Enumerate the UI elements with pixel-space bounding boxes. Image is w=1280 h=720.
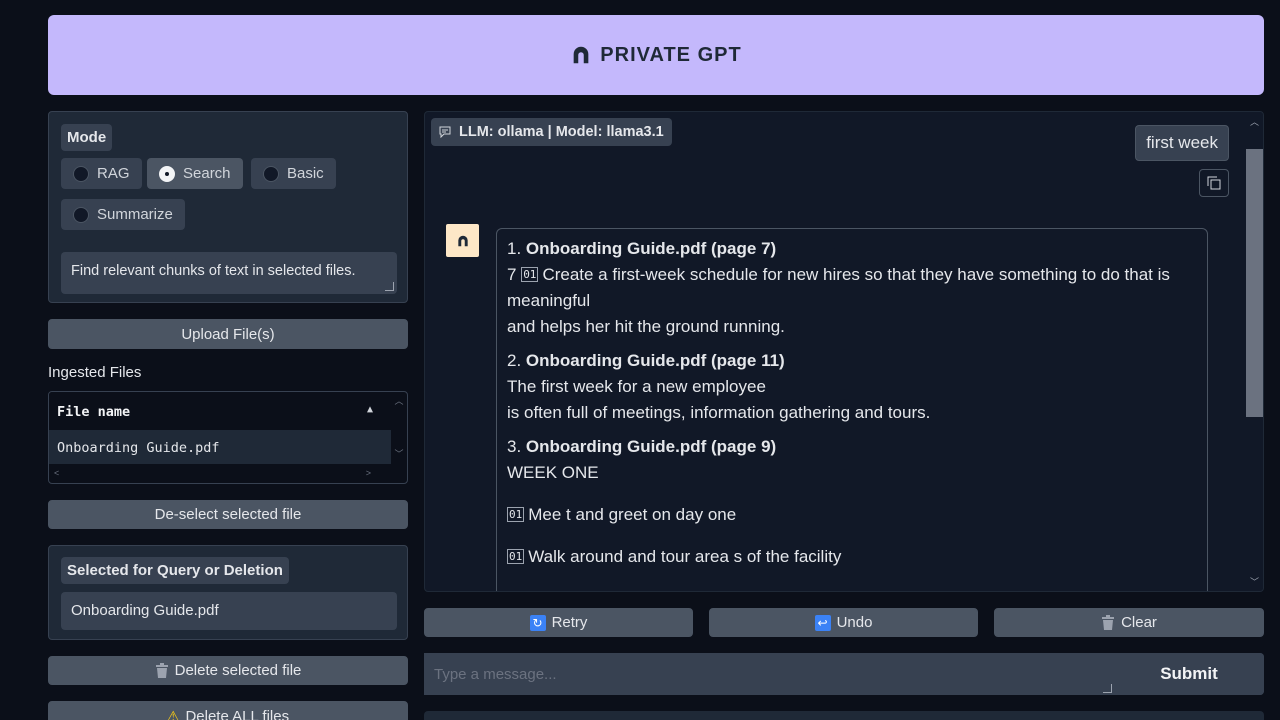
result-title: Onboarding Guide.pdf (page 9) [525,437,777,456]
private-gpt-logo-icon [573,46,589,64]
mode-option-label: Search [183,165,231,182]
delete-all-button[interactable]: ⚠ Delete ALL files [48,701,408,720]
result-line: WEEK ONE [507,463,599,482]
delete-all-label: Delete ALL files [185,708,290,720]
deselect-file-button[interactable]: De-select selected file [48,500,408,529]
chat-panel[interactable]: LLM: ollama | Model: llama3.1 first week… [424,111,1264,592]
copy-icon [1207,176,1221,190]
private-gpt-avatar-icon [457,235,468,246]
delete-selected-button[interactable]: Delete selected file [48,656,408,685]
missing-glyph-icon: 01 [507,507,525,522]
result-title: Onboarding Guide.pdf (page 7) [525,239,777,258]
search-result-item: 1. Onboarding Guide.pdf (page 7) 7 01 Cre… [507,236,1197,340]
result-line: is often full of meetings, information g… [507,403,931,422]
undo-icon: ↩ [814,614,831,631]
result-line: 01 Mee t and greet on day one [507,505,737,524]
result-line: 7 01 Create a first-week schedule for new… [507,265,1170,310]
scroll-down-icon[interactable]: ﹀ [391,447,407,460]
submit-label: Submit [1160,664,1218,683]
message-input[interactable] [424,653,1114,695]
result-line: The first week for a new employee [507,377,766,396]
result-line: 01 Walk around and tour area s of the fac… [507,547,842,566]
radio-icon [73,206,89,223]
scroll-up-icon[interactable]: ︿ [1250,115,1259,128]
table-vertical-scrollbar[interactable]: ︿ ﹀ [391,392,407,468]
clear-button[interactable]: Clear [994,608,1264,637]
mode-label: Mode [61,124,113,151]
mode-description-text: Find relevant chunks of text in selected… [71,263,356,279]
copy-button[interactable] [1199,169,1229,197]
warning-icon: ⚠ [166,708,180,720]
scroll-up-icon[interactable]: ︿ [391,394,407,407]
bot-message: 1. Onboarding Guide.pdf (page 7) 7 01 Cre… [496,228,1208,592]
trash-icon [1102,615,1115,630]
result-line: and helps her hit the ground running. [507,317,785,336]
user-message: first week [1135,125,1229,161]
ingested-files-table: File name ▲ Onboarding Guide.pdf ︿ ﹀ < > [48,391,408,484]
chat-bubble-icon [439,126,451,138]
resize-grip-icon[interactable] [385,282,394,291]
mode-description[interactable]: Find relevant chunks of text in selected… [61,252,397,294]
retry-icon: ↻ [529,614,546,631]
result-number: 1. [507,239,522,258]
mode-option-label: RAG [97,165,130,182]
user-message-text: first week [1146,133,1218,152]
search-result-item: 3. Onboarding Guide.pdf (page 9) WEEK ON… [507,434,1197,592]
result-title: Onboarding Guide.pdf (page 11) [525,351,785,370]
search-result-item: 2. Onboarding Guide.pdf (page 11) The fi… [507,348,1197,426]
ingested-files-label: Ingested Files [48,364,142,381]
scroll-down-icon[interactable]: ﹀ [1250,575,1259,588]
selected-label: Selected for Query or Deletion [61,557,289,584]
bot-avatar [446,224,479,257]
llm-model-badge: LLM: ollama | Model: llama3.1 [431,118,672,146]
mode-option-summarize[interactable]: Summarize [61,199,185,230]
resize-grip-icon[interactable] [1103,684,1112,693]
upload-files-button[interactable]: Upload File(s) [48,319,408,349]
llm-badge-label: LLM: ollama | Model: llama3.1 [459,124,664,140]
result-number: 2. [507,351,522,370]
app-header: PRIVATE GPT [48,15,1264,95]
delete-selected-label: Delete selected file [174,662,302,679]
radio-icon [73,165,89,182]
selected-file-panel: Selected for Query or Deletion Onboardin… [48,545,408,640]
radio-selected-icon [159,165,175,182]
app-title: PRIVATE GPT [600,43,742,66]
upload-files-label: Upload File(s) [181,325,275,343]
result-number: 3. [507,437,522,456]
file-name-cell: Onboarding Guide.pdf [57,440,220,456]
table-row[interactable]: Onboarding Guide.pdf [49,430,391,464]
column-header-label: File name [57,404,131,420]
mode-option-rag[interactable]: RAG [61,158,142,189]
bottom-panel-edge [424,711,1264,720]
clear-label: Clear [1121,614,1157,631]
missing-glyph-icon: 01 [521,267,539,282]
undo-button[interactable]: ↩ Undo [709,608,978,637]
radio-icon [263,165,279,182]
scroll-left-icon[interactable]: < [54,468,59,478]
selected-file-field[interactable]: Onboarding Guide.pdf [61,592,397,630]
trash-icon [155,663,168,678]
table-horizontal-scrollbar[interactable]: < > [49,466,391,483]
mode-option-basic[interactable]: Basic [251,158,336,189]
retry-button[interactable]: ↻ Retry [424,608,693,637]
message-composer: Submit [424,653,1264,695]
missing-glyph-icon: 01 [507,549,525,564]
submit-button[interactable]: Submit [1114,653,1264,695]
mode-panel: Mode RAG Search Basic Summarize Find rel… [48,111,408,303]
missing-glyph-icon: 01 [507,591,524,592]
undo-label: Undo [836,614,873,631]
retry-label: Retry [551,614,588,631]
result-line: 01Show em ployee w/ desk [507,586,1197,592]
chat-scrollbar[interactable]: ︿ ﹀ [1245,112,1263,591]
deselect-file-label: De-select selected file [154,506,302,523]
mode-option-label: Basic [287,165,324,182]
selected-file-value: Onboarding Guide.pdf [71,602,219,619]
table-header-file-name[interactable]: File name ▲ [49,392,391,430]
scrollbar-thumb[interactable] [1246,149,1263,417]
sort-ascending-icon[interactable]: ▲ [367,404,373,415]
scroll-right-icon[interactable]: > [366,468,371,478]
mode-option-label: Summarize [97,206,173,223]
mode-option-search[interactable]: Search [147,158,243,189]
